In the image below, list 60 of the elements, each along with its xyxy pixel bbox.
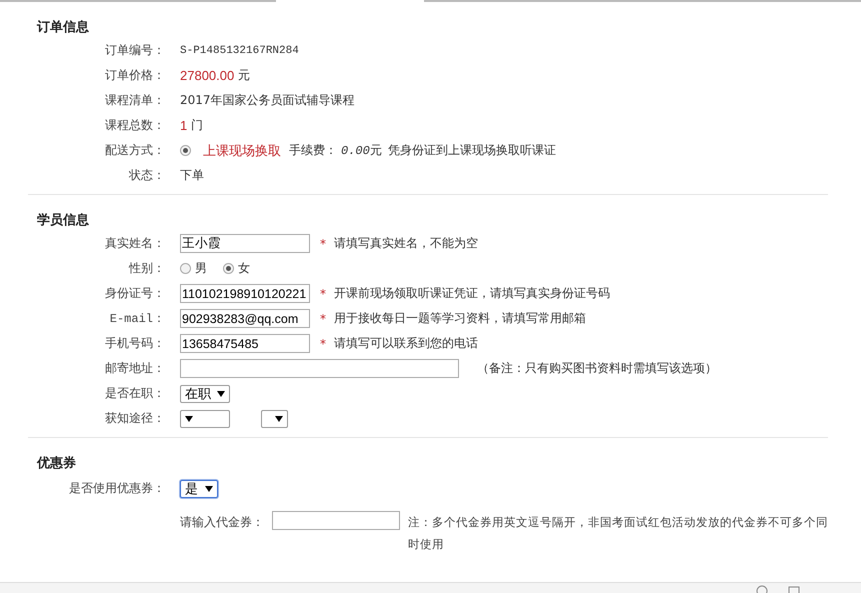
- dropdown-arrow-icon: [185, 416, 193, 422]
- dropdown[interactable]: 在职: [180, 384, 230, 402]
- section-title: 优惠券: [37, 455, 76, 473]
- dropdown-arrow-icon: [275, 416, 283, 422]
- field-label: 是否在职：: [104, 386, 166, 402]
- field-label: 课程清单：: [104, 93, 166, 109]
- delivery-option: 上课现场换取: [203, 142, 281, 160]
- dropdown[interactable]: 是: [180, 480, 218, 498]
- delivery-note: 凭身份证到上课现场换取听课证: [388, 142, 556, 159]
- input-field[interactable]: 13658475485: [180, 334, 310, 353]
- input-field[interactable]: [180, 359, 459, 378]
- field-label: 手机号码：: [104, 336, 166, 352]
- field-label: 请输入代金券：: [180, 514, 264, 531]
- field-label: 邮寄地址：: [104, 360, 166, 377]
- field-hint: （备注：只有购买图书资料时需填写该选项）: [477, 360, 717, 377]
- field-value: 2017年国家公务员面试辅导课程: [180, 92, 355, 109]
- required-mark: *: [320, 286, 326, 300]
- unit-text: 元: [238, 67, 250, 84]
- amount-value: 1: [180, 118, 188, 133]
- field-label: 性别：: [128, 261, 166, 277]
- field-label: 是否使用优惠券：: [68, 481, 166, 497]
- dropdown-arrow-icon: [217, 390, 225, 396]
- field-label: 订单编号：: [104, 43, 166, 59]
- section-title: 订单信息: [37, 19, 89, 37]
- field-label: 订单价格：: [104, 68, 166, 84]
- amount-value: 27800.00: [180, 68, 234, 83]
- required-mark: *: [320, 236, 326, 250]
- field-label: E-mail：: [108, 311, 166, 327]
- fee-value: 0.00: [341, 144, 370, 158]
- field-hint: 请填写真实姓名，不能为空: [334, 235, 478, 252]
- required-mark: *: [320, 312, 326, 326]
- input-field[interactable]: 902938283@qq.com: [180, 309, 310, 328]
- fee-unit: 元: [370, 142, 382, 159]
- field-label: 真实姓名：: [104, 236, 166, 252]
- section-title: 学员信息: [37, 212, 89, 230]
- radio-button[interactable]: [223, 263, 234, 274]
- input-field[interactable]: 王小霞: [180, 234, 310, 253]
- coupon-note: 注：多个代金券用英文逗号隔开，非国考面试红包活动发放的代金券不可多个同时使用: [408, 514, 828, 553]
- radio-button[interactable]: [180, 263, 191, 274]
- required-mark: *: [320, 336, 326, 350]
- unit-text: 门: [191, 117, 204, 134]
- dropdown[interactable]: [261, 410, 288, 428]
- order-number: S-P1485132167RN284: [180, 44, 299, 56]
- field-label: 获知途径：: [104, 411, 166, 427]
- fee-label: 手续费：: [289, 142, 337, 159]
- field-label: 配送方式：: [104, 142, 166, 159]
- input-field[interactable]: [272, 511, 400, 530]
- field-hint: 开课前现场领取听课证凭证，请填写真实身份证号码: [334, 285, 610, 302]
- radio-label: 女: [238, 260, 250, 277]
- radio-button[interactable]: [180, 145, 191, 156]
- field-hint: 用于接收每日一题等学习资料，请填写常用邮箱: [334, 310, 586, 327]
- input-field[interactable]: 110102198910120221: [180, 284, 310, 303]
- dropdown[interactable]: [180, 410, 230, 428]
- radio-label: 男: [195, 260, 207, 277]
- field-label: 课程总数：: [104, 118, 166, 134]
- field-value: 下单: [180, 167, 204, 184]
- dropdown-arrow-icon: [205, 486, 213, 492]
- field-hint: 请填写可以联系到您的电话: [334, 335, 478, 352]
- field-label: 身份证号：: [104, 286, 166, 302]
- field-label: 状态：: [128, 168, 166, 184]
